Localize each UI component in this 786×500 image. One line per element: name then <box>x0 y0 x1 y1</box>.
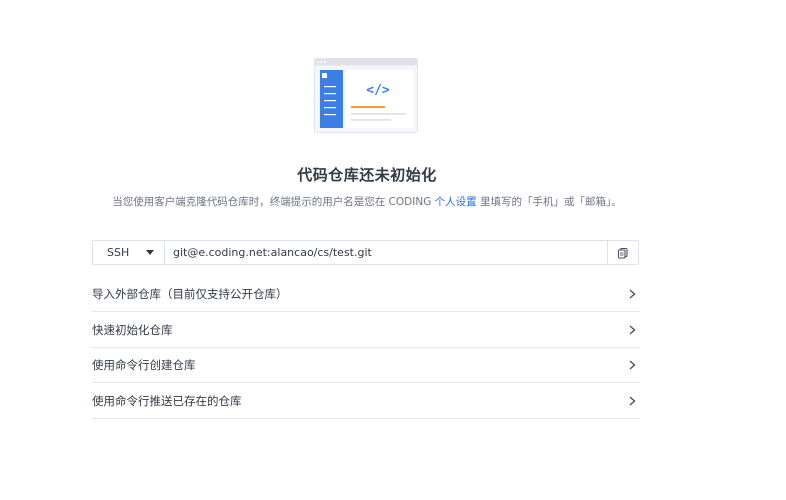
chevron-right-icon <box>629 289 636 299</box>
chevron-right-icon <box>629 360 636 370</box>
caret-down-icon <box>146 250 154 255</box>
hint-text-before: 当您使用客户端克隆代码仓库时，终端提示的用户名是您在 CODING <box>112 196 435 208</box>
clone-url-input[interactable] <box>165 241 607 264</box>
page-title: 代码仓库还未初始化 <box>297 166 437 184</box>
repo-empty-page: </> 代码仓库还未初始化 当您使用客户端克隆代码仓库时，终端提示的用户名是您在… <box>0 0 786 500</box>
username-hint: 当您使用客户端克隆代码仓库时，终端提示的用户名是您在 CODING 个人设置 里… <box>0 194 734 209</box>
option-push-existing-via-cli[interactable]: 使用命令行推送已存在的仓库 <box>92 384 640 419</box>
copy-button[interactable] <box>607 241 638 264</box>
clone-url-bar: SSH <box>92 240 639 265</box>
option-import-external-repo[interactable]: 导入外部仓库（目前仅支持公开仓库） <box>92 277 640 312</box>
personal-settings-link[interactable]: 个人设置 <box>435 196 477 208</box>
chevron-right-icon <box>629 396 636 406</box>
option-label: 快速初始化仓库 <box>92 322 173 337</box>
protocol-select[interactable]: SSH <box>93 241 165 264</box>
code-repo-illustration-icon: </> <box>314 58 418 133</box>
option-quick-init-repo[interactable]: 快速初始化仓库 <box>92 313 640 348</box>
option-label: 导入外部仓库（目前仅支持公开仓库） <box>92 287 288 301</box>
svg-text:</>: </> <box>366 83 390 98</box>
copy-icon <box>617 247 628 259</box>
hint-text-after: 里填写的「手机」或「邮箱」。 <box>476 196 622 208</box>
option-create-via-cli[interactable]: 使用命令行创建仓库 <box>92 348 640 384</box>
chevron-right-icon <box>629 325 636 335</box>
option-label: 使用命令行创建仓库 <box>92 358 196 373</box>
option-label: 使用命令行推送已存在的仓库 <box>92 393 242 408</box>
protocol-value: SSH <box>107 246 130 259</box>
init-options-list: 导入外部仓库（目前仅支持公开仓库） 快速初始化仓库 使用命令行创建仓库 使用命令… <box>92 277 640 419</box>
